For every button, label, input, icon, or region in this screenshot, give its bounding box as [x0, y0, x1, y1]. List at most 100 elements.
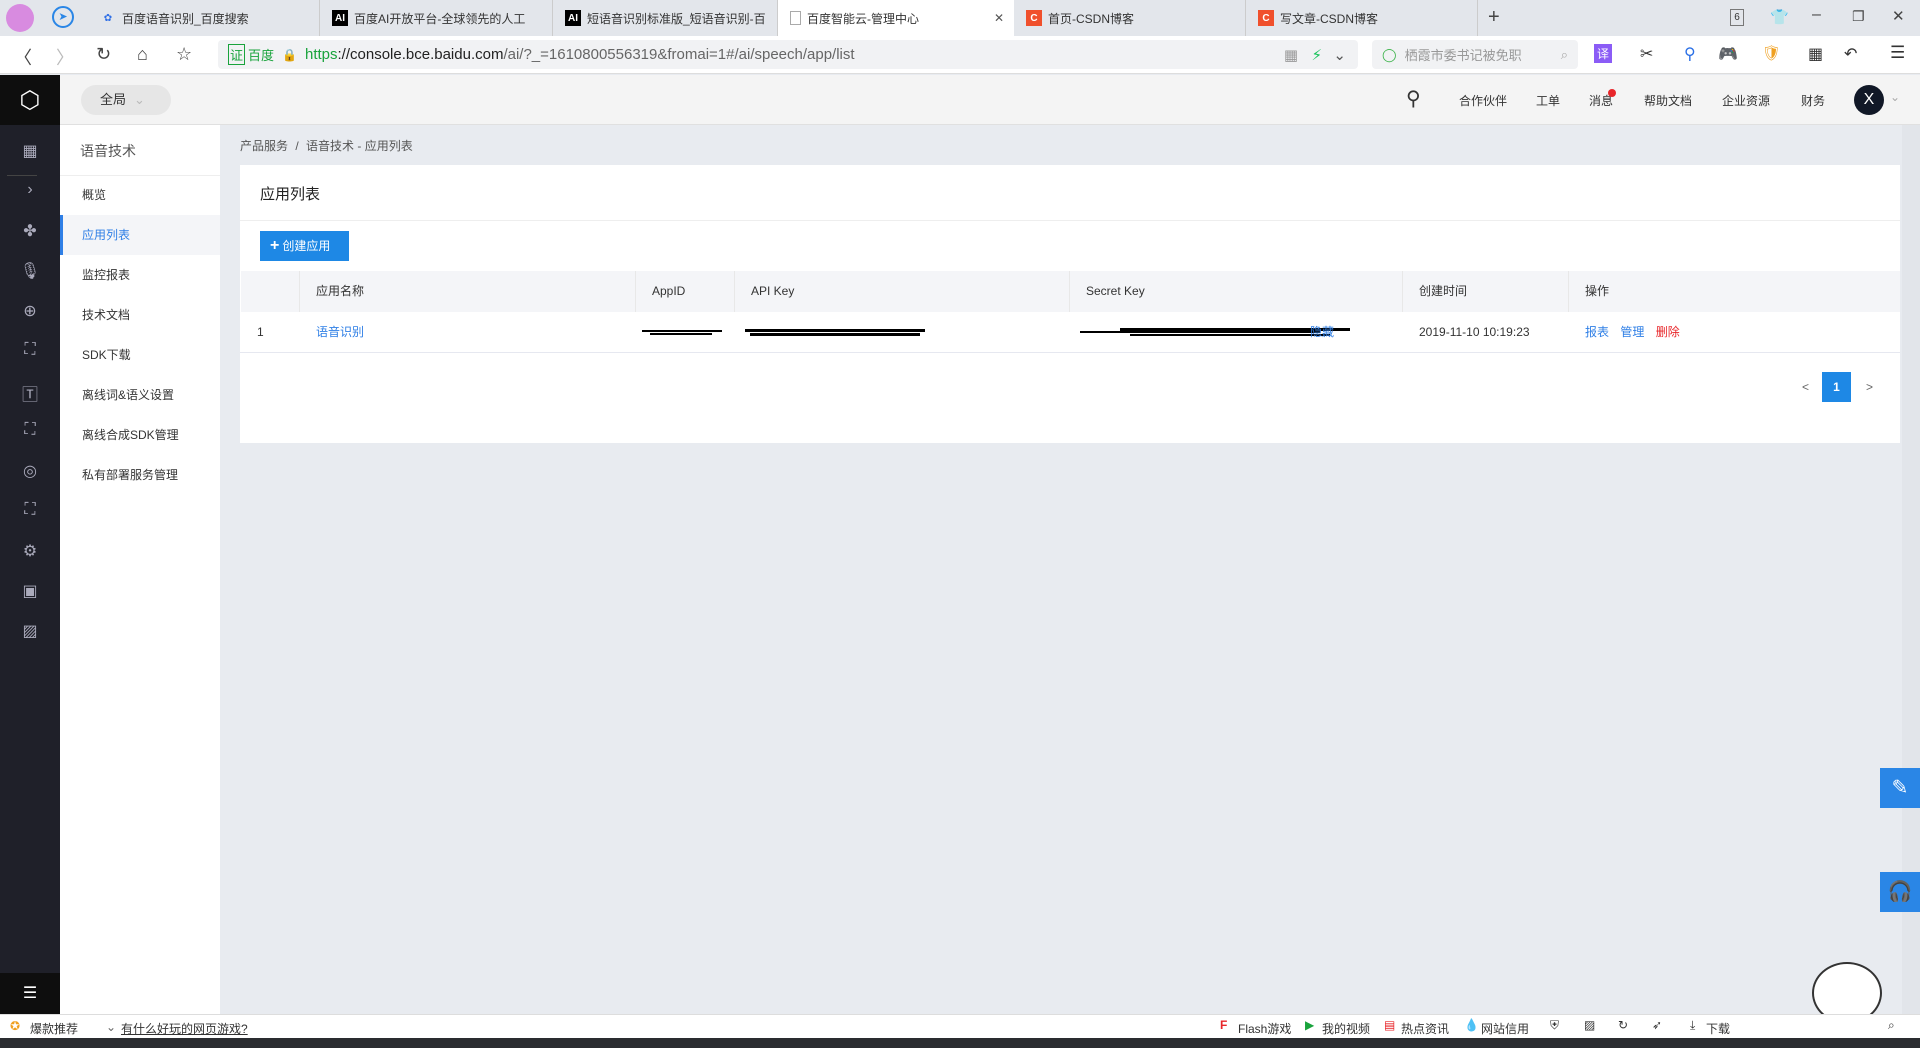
collapse-menu-icon[interactable]: ☰ — [0, 973, 60, 1014]
tab-label: 百度AI开放平台-全球领先的人工 — [354, 11, 526, 26]
zoom-icon[interactable]: ⌕ — [1888, 1018, 1895, 1033]
hot-recommend-link[interactable]: 爆款推荐 — [30, 1020, 78, 1037]
flash-icon: F — [1220, 1018, 1228, 1032]
restore-icon[interactable]: ❐ — [1852, 8, 1865, 25]
reload-icon[interactable]: ↻ — [96, 44, 111, 65]
bookmark-star-icon[interactable]: ☆ — [176, 44, 192, 65]
sidebar-item-private-deploy[interactable]: 私有部署服务管理 — [60, 455, 220, 495]
user-avatar[interactable]: X — [1854, 85, 1884, 115]
sidebar-item-monitoring[interactable]: 监控报表 — [60, 255, 220, 295]
search-icon[interactable]: ⚲ — [1406, 86, 1421, 111]
minimize-icon[interactable]: – — [1812, 6, 1821, 24]
col-secret-key: Secret Key — [1070, 271, 1403, 312]
user-avatar[interactable] — [6, 4, 34, 32]
feedback-edit-icon[interactable]: ✎ — [1880, 768, 1920, 808]
back-icon[interactable]: 〈 — [14, 44, 32, 70]
sidebar-item-offline-words[interactable]: 离线词&语义设置 — [60, 375, 220, 415]
sidebar-item-overview[interactable]: 概览 — [60, 175, 220, 215]
breadcrumb-root[interactable]: 产品服务 — [240, 139, 288, 153]
hide-secret-link[interactable]: 隐藏 — [1310, 312, 1334, 353]
home-icon[interactable]: ⌂ — [137, 44, 148, 65]
menu-icon[interactable]: ☰ — [1890, 43, 1905, 63]
create-app-button[interactable]: + 创建应用 — [260, 231, 349, 261]
skin-icon[interactable]: 👕 — [1770, 8, 1789, 26]
chevron-down-icon: ⌄ — [134, 92, 145, 107]
nav-help-docs[interactable]: 帮助文档 — [1644, 92, 1692, 109]
sidebar-item-offline-tts-sdk[interactable]: 离线合成SDK管理 — [60, 415, 220, 455]
scope-select[interactable]: 全局 ⌄ — [81, 85, 171, 115]
tab-count-badge[interactable]: 6 — [1730, 9, 1744, 26]
microphone-icon[interactable]: 🎙 — [0, 261, 60, 281]
search-icon[interactable]: ⌕ — [1561, 47, 1568, 63]
apps-grid-icon[interactable]: ▦ — [1808, 44, 1823, 64]
my-videos-link[interactable]: 我的视频 — [1322, 1020, 1370, 1037]
chart-image-icon[interactable]: ▨ — [0, 621, 60, 641]
support-headset-icon[interactable]: 🎧 — [1880, 872, 1920, 912]
tab-csdn-home[interactable]: C 首页-CSDN博客 — [1014, 0, 1246, 36]
qr-code-icon[interactable]: ▦ — [1284, 46, 1298, 64]
pagination-page-1[interactable]: 1 — [1822, 372, 1851, 402]
tab-bce-console[interactable]: 百度智能云-管理中心 ✕ — [778, 0, 1014, 36]
shield-icon[interactable]: ⛨ — [1550, 1018, 1559, 1033]
dashboard-grid-icon[interactable]: ▦ — [0, 141, 60, 161]
network-nodes-icon[interactable]: ✤ — [0, 221, 60, 241]
download-link[interactable]: 下载 — [1706, 1020, 1730, 1037]
refresh-icon[interactable]: ↻ — [1618, 1018, 1628, 1032]
site-credit-link[interactable]: 网站信用 — [1481, 1020, 1529, 1037]
settings-hex-icon[interactable]: ⚙ — [0, 541, 60, 561]
ai-icon: AI — [565, 10, 581, 26]
report-link[interactable]: 报表 — [1585, 325, 1609, 339]
rocket-icon[interactable]: ➶ — [1652, 1018, 1662, 1032]
browser-search-input[interactable]: ◯ 栖霞市委书记被免职 ⌕ — [1372, 40, 1578, 69]
close-window-icon[interactable]: ✕ — [1892, 7, 1905, 25]
scissors-icon[interactable]: ✂ — [1640, 44, 1653, 64]
chevron-down-icon[interactable]: ⌄ — [1333, 46, 1346, 64]
expand-chevron-icon[interactable]: › — [0, 181, 60, 199]
app-name-link[interactable]: 语音识别 — [300, 312, 364, 353]
navigate-icon[interactable]: ➤ — [52, 6, 74, 28]
magnifier-tool-icon[interactable]: ⚲ — [1684, 44, 1696, 64]
text-recognition-icon[interactable]: 🅃 — [0, 381, 60, 405]
video-scan-icon[interactable]: ⛶ — [0, 501, 60, 519]
pagination-prev[interactable]: < — [1802, 380, 1809, 394]
translate-icon[interactable]: 译 — [1594, 44, 1613, 63]
image-icon[interactable]: ▨ — [1584, 1018, 1595, 1032]
undo-icon[interactable]: ↶ — [1844, 44, 1857, 64]
tab-short-speech[interactable]: AI 短语音识别标准版_短语音识别-百 — [553, 0, 778, 36]
bce-logo[interactable]: ⬡ — [0, 75, 60, 125]
delete-link[interactable]: 删除 — [1656, 325, 1680, 339]
download-icon[interactable]: ⤓ — [1690, 1018, 1695, 1033]
games-news-link[interactable]: 有什么好玩的网页游戏? — [121, 1020, 248, 1037]
sidebar-item-sdk-download[interactable]: SDK下载 — [60, 335, 220, 375]
flash-games-link[interactable]: Flash游戏 — [1238, 1020, 1291, 1037]
lightning-icon[interactable]: ⚡ — [1311, 46, 1322, 64]
nav-enterprise[interactable]: 企业资源 — [1722, 92, 1770, 109]
face-scan-icon[interactable]: ⛶ — [0, 341, 60, 359]
hot-news-link[interactable]: 热点资讯 — [1401, 1020, 1449, 1037]
nav-partners[interactable]: 合作伙伴 — [1459, 92, 1507, 109]
shield-yuan-icon[interactable]: 🛡 — [1762, 44, 1781, 62]
create-app-label: 创建应用 — [282, 239, 331, 253]
nav-tickets[interactable]: 工单 — [1536, 92, 1560, 109]
sidebar-item-app-list[interactable]: 应用列表 — [60, 215, 220, 255]
pagination-next[interactable]: > — [1866, 380, 1873, 394]
game-icon[interactable]: 🎮 — [1718, 44, 1738, 64]
forward-icon[interactable]: 〉 — [56, 44, 74, 70]
nav-finance[interactable]: 财务 — [1801, 92, 1825, 109]
tab-label: 写文章-CSDN博客 — [1280, 11, 1378, 26]
chevron-down-icon[interactable]: ⌄ — [1890, 90, 1900, 104]
globe-icon[interactable]: ⊕ — [0, 301, 60, 321]
browser-tab-bar: ➤ ✿ 百度语音识别_百度搜索 AI 百度AI开放平台-全球领先的人工 AI 短语音识… — [0, 0, 1920, 36]
manage-link[interactable]: 管理 — [1620, 325, 1644, 339]
tab-baidu-search[interactable]: ✿ 百度语音识别_百度搜索 — [88, 0, 320, 36]
image-search-icon[interactable]: ◎ — [0, 461, 60, 481]
url-field[interactable]: 证 百度 🔒 https://console.bce.baidu.com/ai/… — [218, 40, 1358, 69]
tab-label: 短语音识别标准版_短语音识别-百 — [587, 11, 766, 26]
tab-baidu-ai[interactable]: AI 百度AI开放平台-全球领先的人工 — [320, 0, 553, 36]
close-tab-icon[interactable]: ✕ — [994, 11, 1004, 25]
modules-icon[interactable]: ▣ — [0, 581, 60, 601]
sidebar-item-docs[interactable]: 技术文档 — [60, 295, 220, 335]
image-scan-icon[interactable]: ⛶ — [0, 421, 60, 439]
new-tab-icon[interactable]: + — [1488, 6, 1500, 29]
tab-csdn-write[interactable]: C 写文章-CSDN博客 — [1246, 0, 1478, 36]
